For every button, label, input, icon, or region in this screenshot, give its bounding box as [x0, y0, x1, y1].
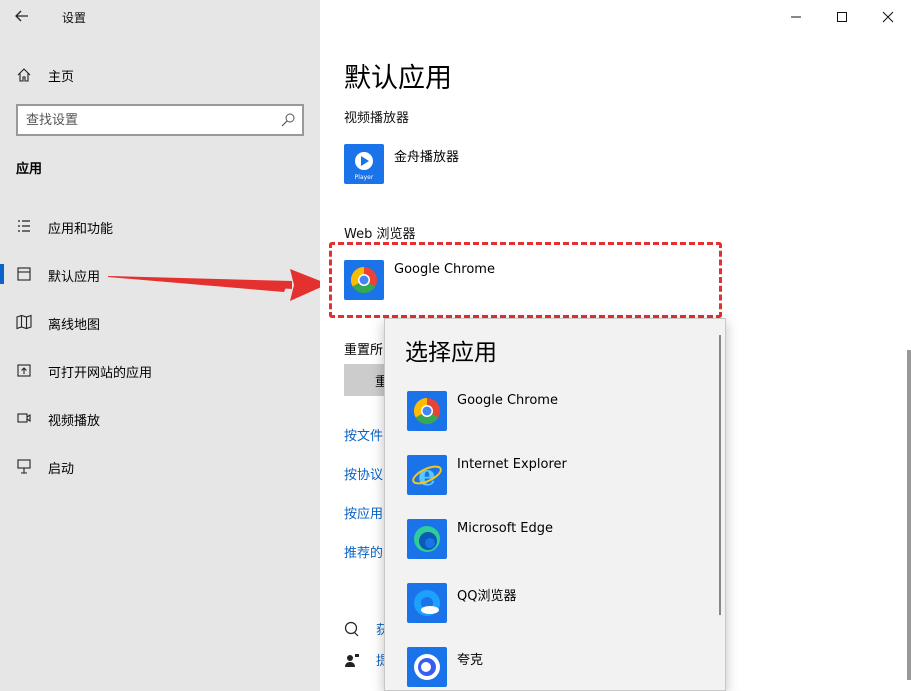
link-by-app[interactable]: 按应用 — [344, 503, 383, 522]
map-icon — [16, 314, 32, 330]
link-by-protocol[interactable]: 按协议 — [344, 464, 383, 483]
default-apps-icon — [17, 267, 31, 281]
qq-browser-icon — [407, 583, 447, 623]
svg-text:Player: Player — [355, 174, 374, 181]
minimize-button[interactable] — [773, 0, 819, 34]
window-title: 设置 — [62, 11, 87, 25]
search-field[interactable] — [16, 104, 304, 136]
section-heading: 应用 — [16, 162, 43, 177]
sidebar: 设置 主页 应用 应用和功能 默认应用 离线地图 可打开网站的应用 视频播放 启… — [0, 0, 328, 691]
app-name: QQ浏览器 — [457, 589, 517, 604]
sidebar-item-label: 视频播放 — [48, 414, 101, 429]
page-title: 默认应用 — [344, 63, 452, 94]
edge-icon — [407, 519, 447, 559]
sidebar-item-offline-maps[interactable]: 离线地图 — [0, 302, 320, 342]
app-name: Internet Explorer — [457, 457, 567, 472]
video-player-default-app[interactable]: Player 金舟播放器 — [344, 144, 459, 184]
minimize-icon — [791, 16, 801, 18]
flyout-app-item[interactable]: e Internet Explorer — [407, 455, 707, 495]
sidebar-item-video-playback[interactable]: 视频播放 — [0, 398, 320, 438]
flyout-title: 选择应用 — [405, 340, 497, 366]
flyout-app-item[interactable]: QQ浏览器 — [407, 583, 707, 623]
open-web-icon — [17, 364, 31, 377]
flyout-app-item[interactable]: 夸克 — [407, 647, 707, 687]
player-app-icon: Player — [344, 144, 384, 184]
maximize-button[interactable] — [819, 0, 865, 34]
flyout-app-item[interactable]: Google Chrome — [407, 391, 707, 431]
close-button[interactable] — [865, 0, 911, 34]
video-icon — [17, 413, 31, 423]
quark-icon — [407, 647, 447, 687]
back-arrow-icon[interactable] — [14, 8, 34, 26]
sidebar-item-label: 可打开网站的应用 — [48, 366, 153, 381]
annotation-arrow-icon — [108, 269, 328, 301]
sidebar-item-label: 主页 — [48, 69, 75, 85]
video-player-label: 视频播放器 — [344, 111, 410, 126]
app-name: Microsoft Edge — [457, 521, 554, 536]
app-name: 金舟播放器 — [394, 150, 460, 165]
search-icon — [281, 113, 295, 127]
feedback-person-icon — [345, 653, 359, 667]
sidebar-item-startup[interactable]: 启动 — [0, 446, 320, 486]
selected-indicator — [0, 264, 4, 284]
choose-app-flyout: 选择应用 Google Chrome e Internet Explorer M… — [384, 318, 726, 691]
apps-list-icon — [18, 220, 30, 232]
help-link-row[interactable]: 获 — [344, 619, 389, 638]
close-icon — [882, 11, 894, 23]
sidebar-item-label: 默认应用 — [48, 270, 101, 285]
sidebar-item-label: 应用和功能 — [48, 222, 114, 237]
feedback-link-row[interactable]: 提 — [344, 650, 389, 669]
flyout-scrollbar[interactable] — [719, 335, 721, 615]
window-controls — [773, 0, 911, 34]
reset-label: 重置所 — [344, 343, 384, 358]
link-recommended[interactable]: 推荐的 — [344, 542, 383, 561]
sidebar-item-label: 离线地图 — [48, 318, 101, 333]
chrome-icon — [407, 391, 447, 431]
content-scrollbar[interactable] — [907, 350, 911, 680]
app-name: Google Chrome — [457, 393, 558, 408]
sidebar-item-apps-features[interactable]: 应用和功能 — [0, 206, 320, 246]
help-chat-icon — [344, 621, 359, 636]
maximize-icon — [837, 12, 847, 22]
app-name: 夸克 — [457, 653, 484, 668]
startup-icon — [17, 459, 31, 474]
svg-text:e: e — [418, 459, 436, 492]
highlight-box — [329, 242, 722, 318]
sidebar-item-home[interactable]: 主页 — [16, 64, 74, 86]
home-icon — [17, 68, 31, 82]
ie-icon: e — [407, 455, 447, 495]
search-input[interactable] — [26, 111, 266, 129]
web-browser-label: Web 浏览器 — [344, 227, 416, 242]
link-by-file-type[interactable]: 按文件 — [344, 425, 383, 444]
sidebar-item-label: 启动 — [48, 462, 75, 477]
sidebar-item-open-websites[interactable]: 可打开网站的应用 — [0, 350, 320, 390]
flyout-app-item[interactable]: Microsoft Edge — [407, 519, 707, 559]
